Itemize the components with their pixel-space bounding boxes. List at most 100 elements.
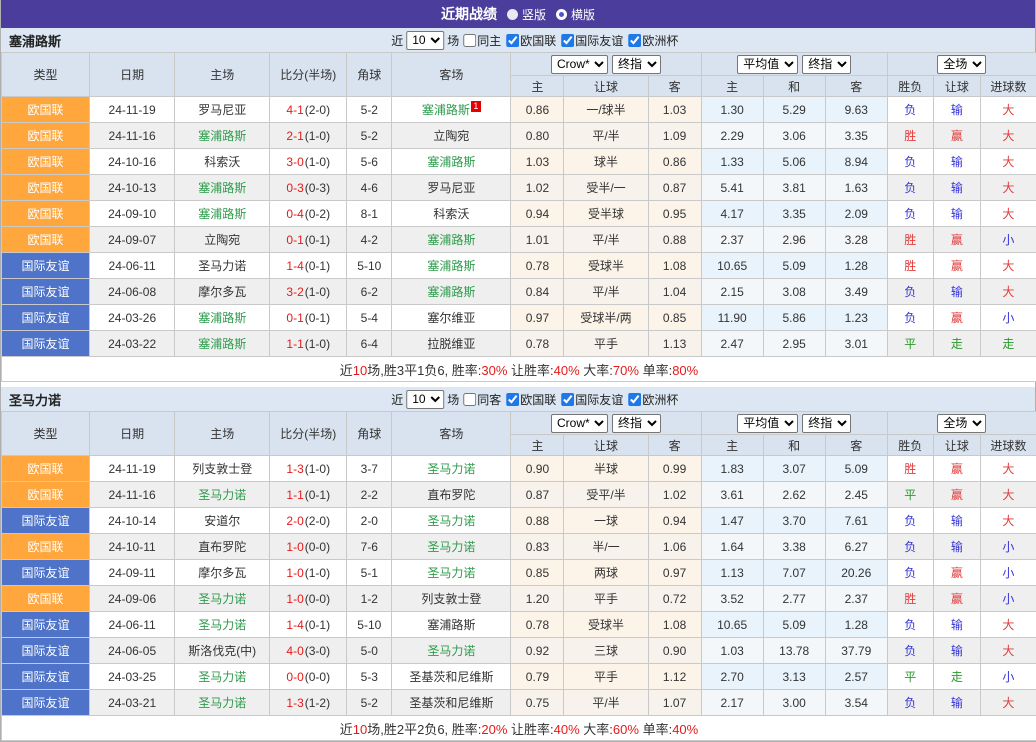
home-team-name: 立陶宛	[204, 233, 240, 247]
col-home: 主场	[175, 412, 270, 456]
league-filter-euro[interactable]: 欧洲杯	[624, 32, 678, 49]
away-team: 塞浦路斯	[392, 279, 511, 305]
result-handicap: 输	[933, 97, 980, 123]
result-goals: 大	[980, 253, 1036, 279]
away-team-name: 拉脱维亚	[427, 337, 475, 351]
same-venue-checkbox[interactable]	[463, 393, 476, 406]
league-badge: 国际友谊	[2, 612, 90, 638]
col-handicap-result: 让球	[933, 435, 980, 456]
odds-time-select[interactable]: 终指	[612, 55, 661, 74]
home-team-name: 塞浦路斯	[198, 129, 246, 143]
home-team-name: 斯洛伐克(中)	[188, 644, 256, 658]
score-fulltime: 2-1	[286, 129, 303, 143]
avg-draw-odds: 2.96	[763, 227, 825, 253]
col-away: 客场	[392, 412, 511, 456]
odds-handicap: 平/半	[564, 123, 648, 149]
avg-home-odds: 2.15	[701, 279, 763, 305]
home-team: 圣马力诺	[175, 253, 270, 279]
result-outcome: 负	[887, 690, 933, 716]
score-cell: 0-4(0-2)	[270, 201, 347, 227]
avg-draw-odds: 3.81	[763, 175, 825, 201]
league-badge: 国际友谊	[2, 560, 90, 586]
score-cell: 1-3(1-2)	[270, 690, 347, 716]
friendly-checkbox[interactable]	[561, 34, 574, 47]
average-time-select[interactable]: 终指	[802, 55, 851, 74]
match-count-select[interactable]: 10	[406, 390, 444, 409]
odds-time-select[interactable]: 终指	[612, 414, 661, 433]
score-fulltime: 1-3	[286, 462, 303, 476]
col-odds-handicap: 让球	[564, 76, 648, 97]
result-outcome: 负	[887, 534, 933, 560]
match-date: 24-10-11	[90, 534, 175, 560]
euro-checkbox[interactable]	[628, 34, 641, 47]
home-team: 安道尔	[175, 508, 270, 534]
away-team: 罗马尼亚	[392, 175, 511, 201]
euro-checkbox[interactable]	[628, 393, 641, 406]
odds-group-header: Crow*终指	[511, 53, 701, 76]
match-date: 24-06-08	[90, 279, 175, 305]
same-venue-checkbox[interactable]	[463, 34, 476, 47]
same-venue-filter[interactable]: 同客	[459, 391, 501, 408]
corner-count: 5-2	[347, 97, 392, 123]
corner-count: 5-10	[347, 253, 392, 279]
avg-home-odds: 1.64	[701, 534, 763, 560]
away-team: 塞浦路斯	[392, 149, 511, 175]
odds-away: 1.02	[648, 482, 701, 508]
avg-home-odds: 5.41	[701, 175, 763, 201]
league-filter-friendly[interactable]: 国际友谊	[557, 391, 623, 408]
score-cell: 2-1(1-0)	[270, 123, 347, 149]
nations-league-checkbox[interactable]	[506, 393, 519, 406]
corner-count: 5-0	[347, 638, 392, 664]
result-outcome: 负	[887, 149, 933, 175]
result-goals: 大	[980, 97, 1036, 123]
odds-source-select[interactable]: Crow*	[551, 414, 608, 433]
friendly-checkbox[interactable]	[561, 393, 574, 406]
table-row: 国际友谊 24-06-11 圣马力诺 1-4(0-1) 5-10 塞浦路斯 0.…	[2, 253, 1036, 279]
result-outcome: 负	[887, 305, 933, 331]
layout-option-horizontal[interactable]: 横版	[556, 6, 595, 23]
result-goals: 大	[980, 456, 1036, 482]
league-badge: 欧国联	[2, 482, 90, 508]
score-fulltime: 4-0	[286, 644, 303, 658]
result-goals: 大	[980, 123, 1036, 149]
league-filter-nations[interactable]: 欧国联	[502, 32, 556, 49]
score-cell: 4-0(3-0)	[270, 638, 347, 664]
home-team-name: 塞浦路斯	[198, 181, 246, 195]
odds-source-select[interactable]: Crow*	[551, 55, 608, 74]
result-handicap: 输	[933, 690, 980, 716]
home-team-name: 圣马力诺	[198, 592, 246, 606]
match-count-select[interactable]: 10	[406, 31, 444, 50]
result-handicap: 赢	[933, 305, 980, 331]
avg-home-odds: 1.03	[701, 638, 763, 664]
result-goals: 大	[980, 201, 1036, 227]
odds-handicap: 一/球半	[564, 97, 648, 123]
league-filter-euro[interactable]: 欧洲杯	[624, 391, 678, 408]
scope-select[interactable]: 全场	[937, 55, 986, 74]
odds-home: 0.78	[511, 253, 564, 279]
result-handicap: 赢	[933, 482, 980, 508]
average-time-select[interactable]: 终指	[802, 414, 851, 433]
avg-draw-odds: 3.13	[763, 664, 825, 690]
average-select[interactable]: 平均值	[737, 55, 798, 74]
scope-select[interactable]: 全场	[937, 414, 986, 433]
radio-selected-icon[interactable]	[507, 9, 518, 20]
score-fulltime: 1-1	[286, 488, 303, 502]
radio-unselected-icon[interactable]	[556, 9, 567, 20]
average-select[interactable]: 平均值	[737, 414, 798, 433]
away-team-name: 塞浦路斯	[427, 259, 475, 273]
table-row: 欧国联 24-10-13 塞浦路斯 0-3(0-3) 4-6 罗马尼亚 1.02…	[2, 175, 1036, 201]
away-team: 塞浦路斯	[392, 227, 511, 253]
league-filter-friendly[interactable]: 国际友谊	[557, 32, 623, 49]
table-row: 欧国联 24-11-16 圣马力诺 1-1(0-1) 2-2 直布罗陀 0.87…	[2, 482, 1036, 508]
odds-away: 1.13	[648, 331, 701, 357]
layout-option-vertical[interactable]: 竖版	[507, 6, 546, 23]
same-venue-filter[interactable]: 同主	[459, 32, 501, 49]
result-goals: 小	[980, 586, 1036, 612]
avg-away-odds: 3.01	[825, 331, 887, 357]
nations-league-checkbox[interactable]	[506, 34, 519, 47]
odds-handicap: 平手	[564, 331, 648, 357]
league-badge: 欧国联	[2, 201, 90, 227]
result-goals: 大	[980, 638, 1036, 664]
col-corner: 角球	[347, 53, 392, 97]
league-filter-nations[interactable]: 欧国联	[502, 391, 556, 408]
